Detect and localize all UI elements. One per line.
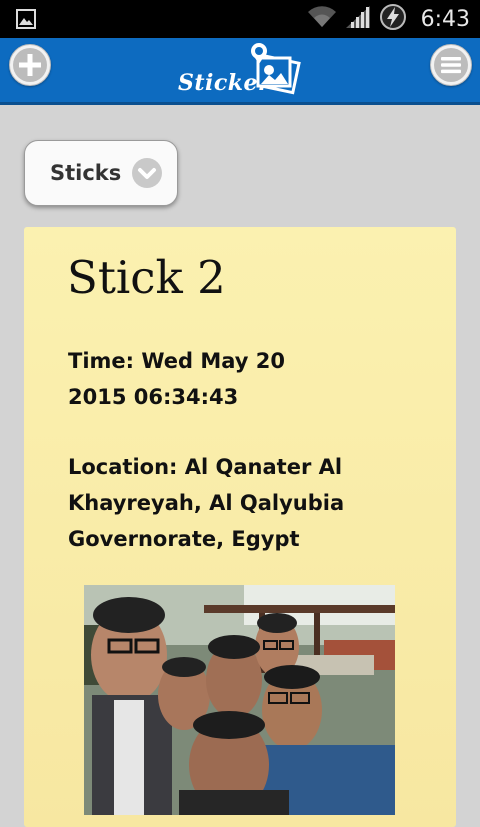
- stick-card[interactable]: Stick 2 Time: Wed May 20 2015 06:34:43 L…: [24, 227, 456, 827]
- gallery-notification-icon: [16, 9, 36, 33]
- sticker-logo-icon: [251, 43, 301, 95]
- sticks-dropdown[interactable]: Sticks: [24, 140, 178, 206]
- stick-title: Stick 2: [67, 251, 226, 304]
- add-button[interactable]: [9, 44, 51, 86]
- app-logo: Sticker: [178, 42, 308, 100]
- plus-icon: [13, 48, 47, 82]
- chevron-down-icon: [132, 158, 162, 188]
- stick-time: Time: Wed May 20 2015 06:34:43: [68, 349, 286, 409]
- status-time: 6:43: [420, 6, 470, 32]
- wifi-icon: [307, 5, 337, 33]
- battery-charging-icon: [379, 3, 407, 35]
- stick-photo[interactable]: [84, 585, 395, 815]
- status-bar: 6:43: [0, 0, 480, 38]
- menu-button[interactable]: [430, 44, 472, 86]
- stick-location: Location: Al Qanater Al Khayreyah, Al Qa…: [68, 455, 345, 551]
- signal-icon: [345, 5, 371, 33]
- app-bar: Sticker: [0, 38, 480, 105]
- menu-icon: [434, 48, 468, 82]
- dropdown-selected-label: Sticks: [50, 161, 122, 185]
